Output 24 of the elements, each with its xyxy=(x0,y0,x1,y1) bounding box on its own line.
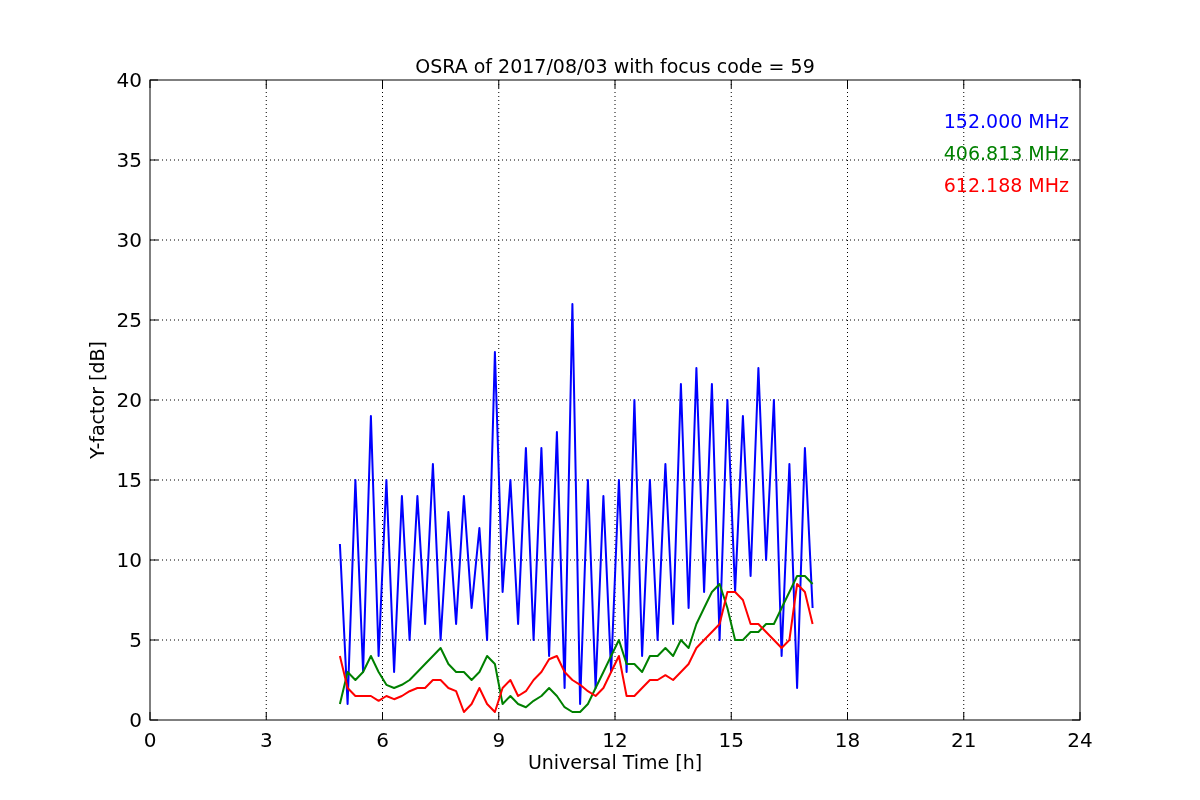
tick-label: 12 xyxy=(602,728,628,752)
legend-label: 612.188 MHz xyxy=(943,174,1069,196)
tick-label: 9 xyxy=(492,728,506,752)
tick-label: 40 xyxy=(116,68,142,92)
chart-title: OSRA of 2017/08/03 with focus code = 59 xyxy=(415,55,815,77)
legend-label: 152.000 MHz xyxy=(943,110,1069,132)
tick-label: 15 xyxy=(718,728,744,752)
tick-label: 25 xyxy=(116,308,142,332)
legend-label: 406.813 MHz xyxy=(943,142,1069,164)
tick-label: 3 xyxy=(259,728,273,752)
tick-label: 15 xyxy=(116,468,142,492)
tick-label: 20 xyxy=(116,388,142,412)
x-axis-label: Universal Time [h] xyxy=(527,751,703,773)
tick-label: 6 xyxy=(376,728,389,752)
tick-label: 24 xyxy=(1067,728,1093,752)
tick-label: 0 xyxy=(129,708,142,732)
tick-label: 5 xyxy=(129,628,142,652)
tick-label: 18 xyxy=(834,728,861,752)
y-axis-label: Y-factor [dB] xyxy=(86,341,108,459)
tick-label: 0 xyxy=(143,728,157,752)
tick-label: 10 xyxy=(116,548,142,572)
tick-label: 21 xyxy=(951,728,977,752)
tick-label: 35 xyxy=(116,148,142,172)
tick-label: 30 xyxy=(116,228,142,252)
